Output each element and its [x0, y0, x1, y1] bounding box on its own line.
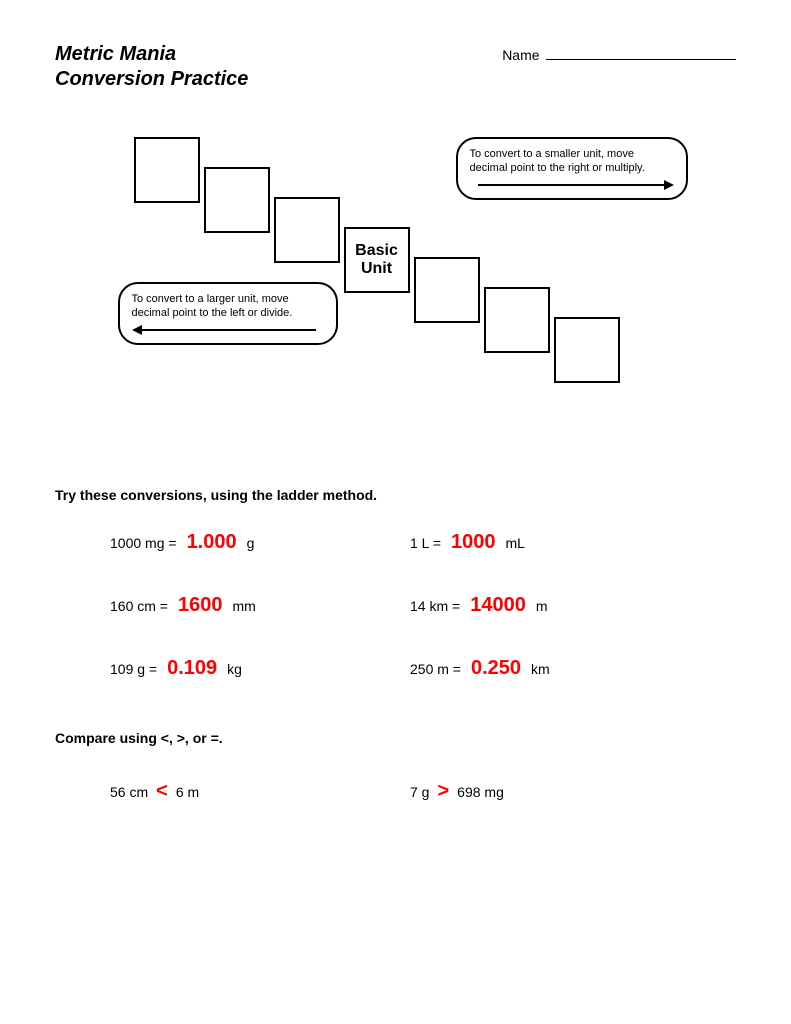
title-line-1: Metric Mania [55, 42, 248, 67]
question-text: 109 g = [110, 661, 157, 677]
answer-unit: mm [232, 598, 255, 614]
answer-unit: kg [227, 661, 242, 677]
ladder-box-5 [414, 257, 480, 323]
name-field: Name [502, 47, 736, 65]
worksheet-title: Metric Mania Conversion Practice [55, 42, 248, 92]
compare-grid: 56 cm < 6 m 7 g > 698 mg [110, 780, 736, 803]
answer-value: 1.000 [187, 531, 237, 554]
answer-value: 1000 [451, 531, 496, 554]
compare-operator: > [437, 780, 449, 803]
conversions-grid: 1000 mg = 1.000 g 1 L = 1000 mL 160 cm =… [110, 531, 736, 680]
compare-right: 698 mg [457, 784, 504, 800]
compare-operator: < [156, 780, 168, 803]
conversion-row: 160 cm = 1600 mm 14 km = 14000 m [110, 594, 736, 617]
answer-unit: m [536, 598, 548, 614]
conversion-cell: 250 m = 0.250 km [410, 657, 710, 680]
ladder-box-basic-unit: Basic Unit [344, 227, 410, 293]
basic-unit-label: Basic Unit [355, 242, 398, 277]
conversion-cell: 160 cm = 1600 mm [110, 594, 410, 617]
compare-cell: 7 g > 698 mg [410, 780, 710, 803]
conversion-cell: 1 L = 1000 mL [410, 531, 710, 554]
compare-left: 7 g [410, 784, 429, 800]
answer-unit: mL [506, 535, 525, 551]
conversions-heading: Try these conversions, using the ladder … [55, 487, 736, 503]
ladder-diagram: Basic Unit To convert to a smaller unit,… [86, 137, 706, 397]
answer-unit: g [247, 535, 255, 551]
ladder-box-6 [484, 287, 550, 353]
name-blank-line[interactable] [546, 59, 736, 60]
conversion-row: 1000 mg = 1.000 g 1 L = 1000 mL [110, 531, 736, 554]
compare-cell: 56 cm < 6 m [110, 780, 410, 803]
question-text: 1 L = [410, 535, 441, 551]
answer-value: 0.250 [471, 657, 521, 680]
answer-value: 14000 [470, 594, 526, 617]
compare-right: 6 m [176, 784, 199, 800]
compare-left: 56 cm [110, 784, 148, 800]
callout-smaller-unit: To convert to a smaller unit, move decim… [456, 137, 688, 200]
conversion-cell: 14 km = 14000 m [410, 594, 710, 617]
title-line-2: Conversion Practice [55, 67, 248, 92]
callout-smaller-unit-text: To convert to a smaller unit, move decim… [470, 147, 674, 176]
compare-row: 56 cm < 6 m 7 g > 698 mg [110, 780, 736, 803]
question-text: 14 km = [410, 598, 460, 614]
ladder-box-2 [204, 167, 270, 233]
ladder-box-7 [554, 317, 620, 383]
question-text: 1000 mg = [110, 535, 177, 551]
conversion-cell: 109 g = 0.109 kg [110, 657, 410, 680]
answer-unit: km [531, 661, 550, 677]
callout-larger-unit-text: To convert to a larger unit, move decima… [132, 292, 324, 321]
conversion-row: 109 g = 0.109 kg 250 m = 0.250 km [110, 657, 736, 680]
header: Metric Mania Conversion Practice Name [55, 42, 736, 92]
answer-value: 0.109 [167, 657, 217, 680]
question-text: 160 cm = [110, 598, 168, 614]
name-label: Name [502, 47, 539, 63]
arrow-left-icon [132, 325, 324, 335]
conversion-cell: 1000 mg = 1.000 g [110, 531, 410, 554]
callout-larger-unit: To convert to a larger unit, move decima… [118, 282, 338, 345]
ladder-box-3 [274, 197, 340, 263]
ladder-box-1 [134, 137, 200, 203]
answer-value: 1600 [178, 594, 223, 617]
arrow-right-icon [470, 180, 674, 190]
compare-heading: Compare using <, >, or =. [55, 730, 736, 746]
question-text: 250 m = [410, 661, 461, 677]
